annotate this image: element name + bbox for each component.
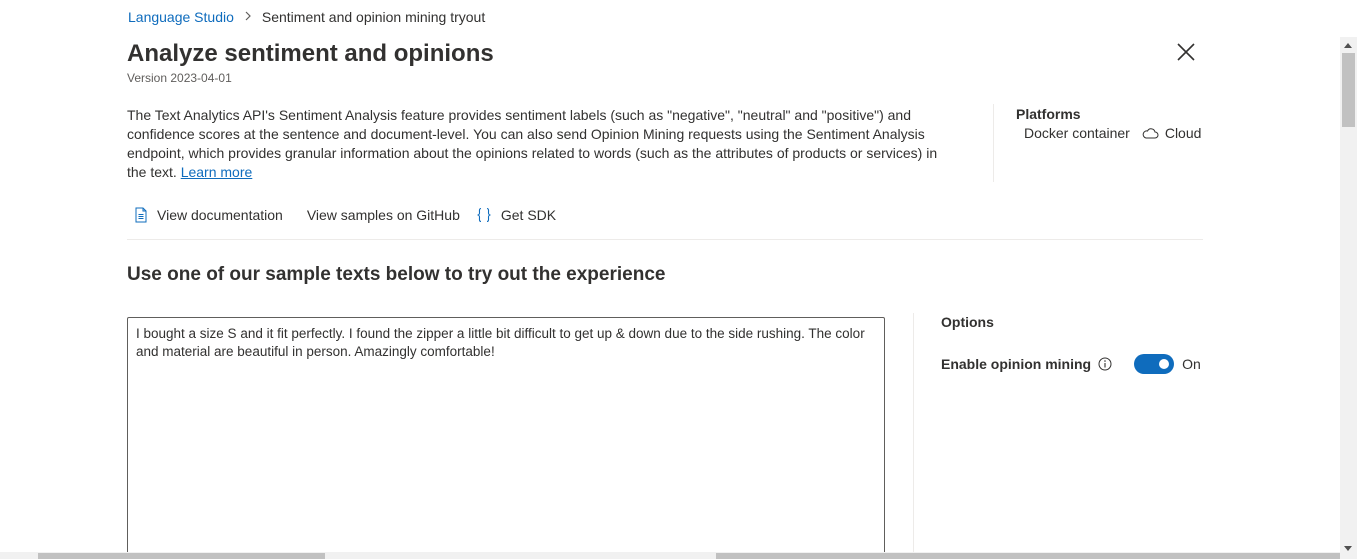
cloud-icon (1142, 127, 1159, 138)
section-heading: Use one of our sample texts below to try… (127, 264, 666, 285)
horizontal-divider (127, 239, 1203, 240)
scroll-up-icon[interactable] (1344, 43, 1352, 48)
horizontal-scrollbar[interactable] (0, 552, 1340, 559)
opinion-mining-label: Enable opinion mining (941, 356, 1092, 372)
horizontal-scroll-thumb[interactable] (38, 553, 325, 559)
toggle-state-label: On (1182, 356, 1201, 372)
view-documentation-label: View documentation (157, 207, 283, 223)
opinion-mining-toggle[interactable] (1134, 354, 1175, 374)
sample-text-input[interactable] (127, 317, 885, 559)
scroll-down-icon[interactable] (1344, 546, 1352, 551)
page: Language Studio Sentiment and opinion mi… (0, 0, 1362, 559)
platform-docker: Docker container (1024, 125, 1130, 141)
close-icon (1177, 43, 1195, 61)
description: The Text Analytics API's Sentiment Analy… (127, 106, 947, 182)
view-samples-github-link[interactable]: View samples on GitHub (307, 207, 460, 223)
breadcrumb: Language Studio Sentiment and opinion mi… (128, 8, 485, 26)
toggle-knob (1159, 359, 1170, 369)
vertical-scrollbar[interactable] (1340, 37, 1357, 559)
close-button[interactable] (1173, 39, 1199, 65)
platform-cloud-label: Cloud (1164, 125, 1202, 141)
document-icon (135, 207, 147, 223)
info-icon[interactable] (1098, 357, 1112, 371)
braces-icon (477, 207, 491, 223)
platforms-title: Platforms (1016, 106, 1081, 122)
platforms-list: Docker container Cloud (1024, 125, 1201, 141)
platform-cloud: Cloud (1142, 125, 1202, 141)
get-sdk-link[interactable]: Get SDK (476, 207, 556, 223)
view-documentation-link[interactable]: View documentation (134, 207, 283, 223)
chevron-right-icon (244, 8, 252, 26)
view-samples-github-label: View samples on GitHub (306, 207, 460, 223)
links-row: View documentation View samples on GitHu… (134, 207, 556, 223)
get-sdk-label: Get SDK (500, 207, 557, 223)
vertical-scroll-thumb[interactable] (1342, 53, 1355, 127)
page-title: Analyze sentiment and opinions (127, 40, 494, 67)
opinion-mining-row: Enable opinion mining On (941, 354, 1201, 374)
learn-more-link[interactable]: Learn more (181, 164, 253, 180)
options-divider (913, 313, 914, 559)
horizontal-scroll-track-segment (716, 553, 1340, 559)
version-label: Version 2023-04-01 (127, 71, 232, 85)
breadcrumb-language-studio[interactable]: Language Studio (128, 8, 234, 26)
vertical-divider (993, 104, 994, 182)
breadcrumb-current: Sentiment and opinion mining tryout (261, 9, 486, 25)
options-title: Options (941, 314, 994, 330)
